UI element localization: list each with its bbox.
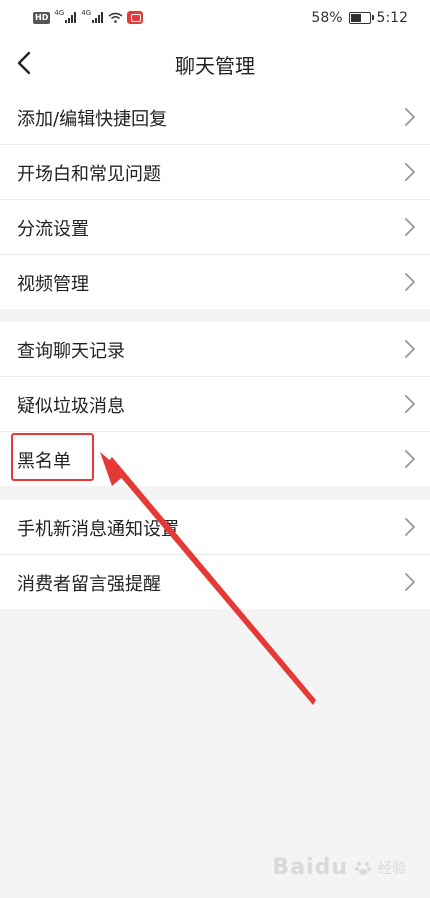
status-left-icons: HD 4G 4G: [33, 8, 144, 24]
watermark-brand: Baidu: [272, 855, 348, 880]
watermark-sub: 经验: [378, 860, 406, 877]
chevron-right-icon: [405, 450, 415, 468]
menu-item-suspected-spam[interactable]: 疑似垃圾消息: [0, 377, 430, 432]
network-label-1: 4G: [54, 8, 65, 17]
status-bar: HD 4G 4G 58% 5:12: [0, 0, 430, 36]
settings-group-1: 添加/编辑快捷回复 开场白和常见问题 分流设置 视频管理: [0, 90, 430, 309]
menu-item-chat-history[interactable]: 查询聊天记录: [0, 322, 430, 377]
page-title: 聊天管理: [175, 54, 255, 78]
battery-percent: 58%: [311, 10, 343, 26]
chevron-left-icon: [17, 51, 31, 75]
menu-item-consumer-message-alert[interactable]: 消费者留言强提醒: [0, 555, 430, 609]
menu-item-label: 开场白和常见问题: [17, 164, 161, 185]
menu-item-new-message-notification[interactable]: 手机新消息通知设置: [0, 500, 430, 555]
menu-item-quick-reply[interactable]: 添加/编辑快捷回复: [0, 90, 430, 145]
menu-item-label: 添加/编辑快捷回复: [17, 109, 168, 130]
clock-time: 5:12: [376, 10, 408, 26]
menu-item-label: 视频管理: [17, 274, 89, 295]
chevron-right-icon: [405, 340, 415, 358]
chevron-right-icon: [405, 273, 415, 291]
menu-item-label: 查询聊天记录: [17, 341, 125, 362]
signal-icon-2: [92, 12, 104, 23]
chevron-right-icon: [405, 395, 415, 413]
settings-group-3: 手机新消息通知设置 消费者留言强提醒: [0, 500, 430, 609]
chevron-right-icon: [405, 163, 415, 181]
wifi-icon: [108, 12, 123, 23]
annotation-highlight-box: [11, 433, 94, 481]
chevron-right-icon: [405, 573, 415, 591]
menu-item-opening-faq[interactable]: 开场白和常见问题: [0, 145, 430, 200]
baidu-watermark: Baidu 经验: [272, 855, 406, 880]
network-label-2: 4G: [81, 8, 92, 17]
nav-bar: 聊天管理: [0, 36, 430, 90]
menu-item-label: 分流设置: [17, 219, 89, 240]
menu-item-video-management[interactable]: 视频管理: [0, 255, 430, 309]
chevron-right-icon: [405, 108, 415, 126]
menu-item-label: 消费者留言强提醒: [17, 574, 161, 595]
back-button[interactable]: [10, 47, 42, 79]
app-notification-icon: [127, 11, 144, 24]
signal-icon: [65, 12, 77, 23]
menu-item-routing-settings[interactable]: 分流设置: [0, 200, 430, 255]
chevron-right-icon: [405, 518, 415, 536]
hd-badge: HD: [33, 11, 51, 24]
chevron-right-icon: [405, 218, 415, 236]
status-right: 58% 5:12: [311, 10, 408, 26]
battery-level-fill: [350, 14, 361, 22]
menu-item-label: 疑似垃圾消息: [17, 396, 125, 417]
menu-item-label: 手机新消息通知设置: [17, 519, 179, 540]
paw-icon: [355, 861, 371, 875]
battery-icon: [348, 12, 374, 24]
